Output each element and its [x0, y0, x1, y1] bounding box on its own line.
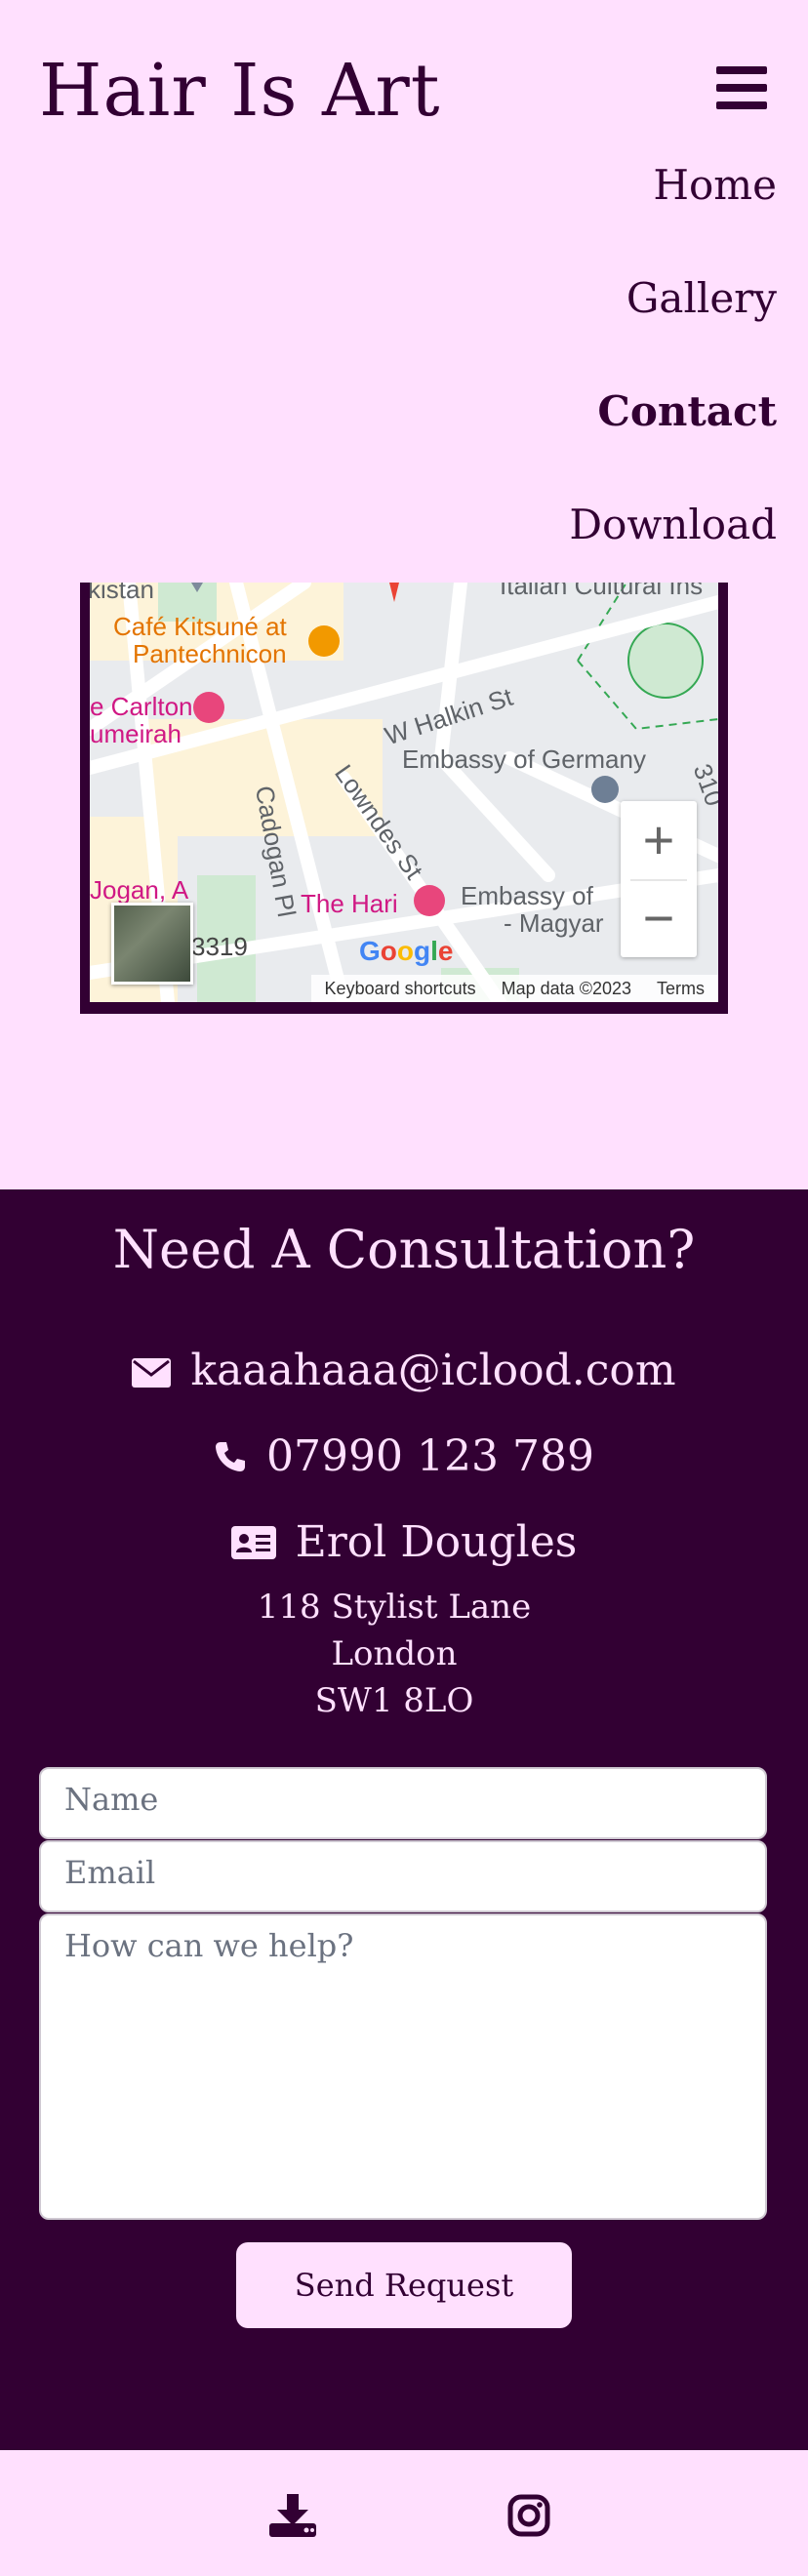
map-label: Pantechnicon	[133, 639, 287, 668]
contact-phone[interactable]: 07990 123 789	[266, 1431, 594, 1481]
name-row: Erol Dougles	[0, 1517, 808, 1570]
nav-contact[interactable]: Contact	[569, 381, 777, 494]
phone-row: 07990 123 789	[0, 1431, 808, 1484]
contact-email[interactable]: kaaahaaa@iclood.com	[190, 1346, 675, 1395]
map-label: - Magyar	[504, 908, 604, 938]
contact-title: Need A Consultation?	[112, 1219, 696, 1280]
map-label: The Hari	[301, 889, 398, 918]
contact-address: 118 Stylist Lane London SW1 8LO	[0, 1584, 788, 1724]
google-logo: Google	[359, 936, 454, 966]
map-label: umeirah	[90, 719, 182, 748]
send-request-button[interactable]: Send Request	[236, 2242, 572, 2328]
map-label: kistan	[90, 583, 154, 604]
keyboard-shortcuts-link[interactable]: Keyboard shortcuts	[325, 979, 476, 999]
map-frame: kistan Italian Cultural Ins Café Kitsuné…	[80, 583, 728, 1014]
map-zoom-control: + −	[621, 801, 697, 957]
zoom-out-button[interactable]: −	[621, 879, 697, 957]
contact-name: Erol Dougles	[295, 1517, 578, 1567]
address-line: London	[331, 1634, 458, 1673]
nav-gallery[interactable]: Gallery	[569, 267, 777, 381]
name-input[interactable]: Name	[39, 1767, 767, 1839]
map-label: Jogan, A	[90, 875, 189, 905]
map-attribution: Keyboard shortcuts Map data ©2023 Terms	[310, 975, 718, 1002]
address-line: 118 Stylist Lane	[257, 1588, 532, 1627]
contact-section: Need A Consultation? kaaahaaa@iclood.com…	[0, 1189, 808, 2450]
email-input[interactable]: Email	[39, 1840, 767, 1912]
terms-link[interactable]: Terms	[657, 979, 705, 999]
site-title[interactable]: Hair Is Art	[39, 49, 441, 133]
main-nav: Home Gallery Contact Download	[569, 154, 777, 607]
address-card-icon	[230, 1520, 276, 1570]
envelope-icon	[132, 1348, 172, 1398]
satellite-view-toggle[interactable]	[111, 903, 193, 985]
nav-home[interactable]: Home	[569, 154, 777, 267]
zoom-in-button[interactable]: +	[621, 801, 697, 879]
email-row: kaaahaaa@iclood.com	[0, 1346, 808, 1398]
hamburger-menu-icon[interactable]	[716, 66, 767, 109]
map-label: Café Kitsuné at	[113, 612, 287, 641]
download-icon[interactable]	[269, 2494, 316, 2541]
map-label: Embassy of Germany	[402, 745, 646, 774]
map-label: e Carlton	[90, 692, 193, 721]
google-map[interactable]: kistan Italian Cultural Ins Café Kitsuné…	[90, 583, 718, 1002]
map-label: Embassy of	[461, 881, 593, 910]
map-data-text: Map data ©2023	[501, 978, 631, 998]
map-label: 3319	[191, 932, 248, 961]
address-line: SW1 8LO	[314, 1681, 474, 1720]
instagram-icon[interactable]	[507, 2494, 550, 2541]
map-label: Italian Cultural Ins	[500, 583, 704, 600]
message-textarea[interactable]: How can we help?	[39, 1913, 767, 2220]
phone-icon	[214, 1434, 247, 1484]
